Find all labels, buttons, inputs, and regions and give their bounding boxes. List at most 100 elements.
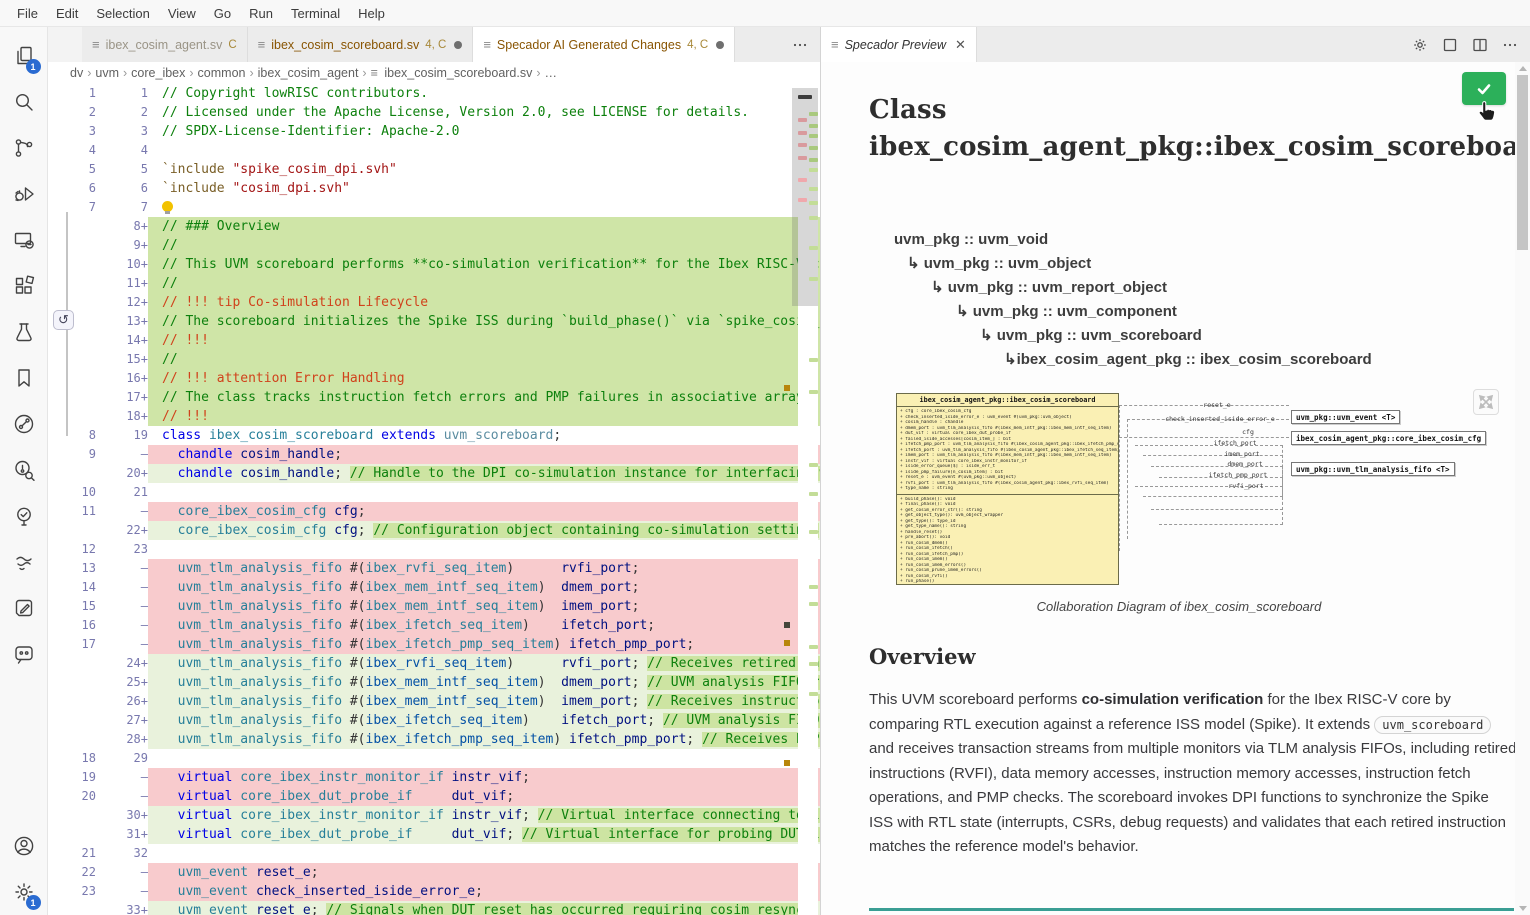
code-token: "cosim_dpi.svh" xyxy=(232,181,349,196)
menu-edit[interactable]: Edit xyxy=(47,3,87,24)
breadcrumb-separator: › xyxy=(536,66,540,80)
code-token: ) xyxy=(538,675,561,690)
menu-go[interactable]: Go xyxy=(205,3,240,24)
code-token: ifetch_pmp_port xyxy=(569,732,686,747)
layout-square-icon[interactable] xyxy=(1442,37,1458,53)
code-token: // Receives instruction memory transacti… xyxy=(647,694,820,709)
diff-editor[interactable]: 11// Copyright lowRISC contributors.22//… xyxy=(48,84,820,915)
minimap-mark xyxy=(809,187,818,191)
diagram-expand-icon[interactable] xyxy=(1473,389,1499,415)
breadcrumb-item[interactable]: ibex_cosim_agent xyxy=(258,66,359,80)
old-line-number xyxy=(48,236,96,255)
breadcrumb-item[interactable]: dv xyxy=(70,66,83,80)
old-line-number xyxy=(48,673,96,692)
activity-test-beaker-button[interactable] xyxy=(4,309,44,355)
tab-specador-ai-generated-changes[interactable]: ≡Specador AI Generated Changes4, C xyxy=(473,27,735,62)
more-actions-icon[interactable] xyxy=(1502,37,1518,53)
tab-dirty-dot xyxy=(716,41,724,49)
code-text: uvm_event check_inserted_iside_error_e; xyxy=(148,882,820,901)
activity-waves-button[interactable] xyxy=(4,539,44,585)
tab-ibex-cosim-scoreboard-sv[interactable]: ≡ibex_cosim_scoreboard.sv4, C xyxy=(248,27,474,62)
code-text: // This UVM scoreboard performs **co-sim… xyxy=(148,255,820,274)
activity-extensions-button[interactable] xyxy=(4,263,44,309)
activity-commit-graph-button[interactable] xyxy=(4,401,44,447)
split-editor-icon[interactable] xyxy=(1472,37,1488,53)
activity-remote-explorer-button[interactable] xyxy=(4,217,44,263)
source-control-icon xyxy=(12,136,36,160)
code-row: 1829 xyxy=(48,749,820,768)
code-text: virtual core_ibex_dut_probe_if dut_vif; xyxy=(148,787,820,806)
menu-help[interactable]: Help xyxy=(349,3,394,24)
code-text: uvm_tlm_analysis_fifo #(ibex_mem_intf_se… xyxy=(148,673,820,692)
new-line-number: 17+ xyxy=(96,388,148,407)
code-text: // Copyright lowRISC contributors. xyxy=(148,84,820,103)
breadcrumb-item[interactable]: … xyxy=(545,66,558,80)
menu-selection[interactable]: Selection xyxy=(87,3,158,24)
code-text: // xyxy=(148,236,820,255)
connector-label: cfg xyxy=(1242,428,1254,436)
menu-view[interactable]: View xyxy=(159,3,205,24)
activity-run-debug-button[interactable] xyxy=(4,171,44,217)
uml-class-box: ibex_cosim_agent_pkg::ibex_cosim_scorebo… xyxy=(896,393,1119,585)
inline-code-chip: uvm_scoreboard xyxy=(1374,716,1491,734)
minimap[interactable] xyxy=(798,84,818,915)
new-line-number: – xyxy=(96,635,148,654)
new-line-number: – xyxy=(96,616,148,635)
activity-explorer-button[interactable]: 1 xyxy=(4,33,44,79)
new-line-number: 15+ xyxy=(96,350,148,369)
code-row: 17– uvm_tlm_analysis_fifo #(ibex_ifetch_… xyxy=(48,635,820,654)
file-icon: ≡ xyxy=(258,37,266,52)
breadcrumb-item[interactable]: common xyxy=(198,66,246,80)
code-token: rvfi_port xyxy=(561,656,631,671)
minimap-mark xyxy=(798,118,807,122)
breadcrumb-item[interactable]: ≡ ibex_cosim_scoreboard.sv xyxy=(371,66,533,80)
scrollbar-thumb[interactable] xyxy=(1517,75,1528,250)
scroll-down-arrow[interactable] xyxy=(1519,906,1527,911)
preview-scrollbar[interactable] xyxy=(1515,62,1530,915)
account-button[interactable] xyxy=(4,823,44,869)
menu-file[interactable]: File xyxy=(8,3,47,24)
code-text: uvm_tlm_analysis_fifo #(ibex_ifetch_pmp_… xyxy=(148,635,820,654)
old-line-number: 23 xyxy=(48,882,96,901)
new-line-number: 22+ xyxy=(96,521,148,540)
code-token: cfg xyxy=(334,523,357,538)
activity-bookmark-button[interactable] xyxy=(4,355,44,401)
activity-source-control-button[interactable] xyxy=(4,125,44,171)
menu-terminal[interactable]: Terminal xyxy=(282,3,349,24)
tab-ibex-cosim-agent-sv[interactable]: ≡ibex_cosim_agent.svC xyxy=(82,27,248,62)
old-line-number xyxy=(48,464,96,483)
activity-search-button[interactable] xyxy=(4,79,44,125)
activity-repo-search-button[interactable] xyxy=(4,447,44,493)
code-row: 16– uvm_tlm_analysis_fifo #(ibex_ifetch_… xyxy=(48,616,820,635)
old-line-number: 5 xyxy=(48,160,96,179)
minimap-mark xyxy=(798,143,807,147)
tab-specador-preview[interactable]: ≡Specador Preview✕ xyxy=(821,27,977,62)
gear-icon[interactable] xyxy=(1412,37,1428,53)
commit-graph-icon xyxy=(12,412,36,436)
revert-change-button[interactable]: ↺ xyxy=(53,310,74,330)
mouse-cursor-hand xyxy=(1477,100,1498,129)
new-line-number: 21 xyxy=(96,483,148,502)
scroll-up-arrow[interactable] xyxy=(1519,66,1527,71)
activity-todo-tree-button[interactable] xyxy=(4,493,44,539)
minimap-mark xyxy=(809,492,818,496)
more-actions-icon[interactable] xyxy=(792,37,808,53)
code-token: uvm_tlm_analysis_fifo xyxy=(178,561,350,576)
breadcrumb[interactable]: dv›uvm›core_ibex›common›ibex_cosim_agent… xyxy=(48,62,820,84)
close-icon[interactable]: ✕ xyxy=(955,37,966,53)
code-token: ibex_rvfi_seq_item xyxy=(366,656,507,671)
old-line-number: 13 xyxy=(48,559,96,578)
lightbulb-icon[interactable] xyxy=(162,201,173,212)
activity-notes-pencil-button[interactable] xyxy=(4,585,44,631)
breadcrumb-item[interactable]: uvm xyxy=(95,66,119,80)
activity-ai-chat-button[interactable] xyxy=(4,631,44,677)
code-token: // Licensed under the Apache License, Ve… xyxy=(162,105,749,120)
code-text: chandle cosim_handle; xyxy=(148,445,820,464)
settings-gear-button[interactable]: 1 xyxy=(4,869,44,915)
code-row: 14+// !!! xyxy=(48,331,820,350)
code-token: // Virtual interface for probing DUT int… xyxy=(522,827,820,842)
breadcrumb-item[interactable]: core_ibex xyxy=(131,66,185,80)
minimap-mark xyxy=(809,168,818,172)
new-line-number: 13+ xyxy=(96,312,148,331)
menu-run[interactable]: Run xyxy=(240,3,282,24)
